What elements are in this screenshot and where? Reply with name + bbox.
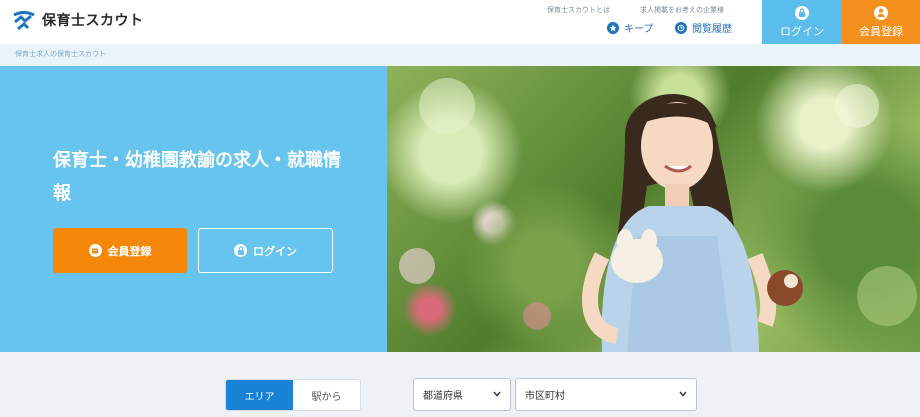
tab-area[interactable]: エリア: [226, 380, 293, 410]
tab-station[interactable]: 駅から: [293, 380, 360, 410]
hero-register-button[interactable]: 会員登録: [53, 228, 187, 273]
site-logo[interactable]: 保育士スカウト: [12, 9, 144, 31]
user-icon: [874, 5, 888, 20]
history-nav[interactable]: 閲覧履歴: [675, 20, 732, 35]
star-icon: [607, 21, 619, 34]
register-icon: [88, 244, 102, 257]
header-register-label: 会員登録: [859, 24, 903, 38]
history-label: 閲覧履歴: [692, 24, 732, 35]
breadcrumb[interactable]: 保育士求人の保育士スカウト: [15, 49, 106, 59]
city-select-value: 市区町村: [525, 391, 565, 402]
keep-nav[interactable]: キープ: [607, 20, 653, 35]
hero-login-label: ログイン: [253, 244, 297, 258]
site-header: 保育士スカウト 保育士スカウトとは 求人掲載をお考えの企業様 キープ 閲覧履歴 …: [0, 0, 920, 44]
hero-login-button[interactable]: ログイン: [198, 228, 333, 273]
hero-title: 保育士・幼稚園教諭の求人・就職情報: [53, 150, 341, 204]
prefecture-select[interactable]: 都道府県: [413, 378, 511, 411]
city-select[interactable]: 市区町村: [515, 378, 697, 411]
keep-label: キープ: [624, 24, 654, 35]
lock-icon: [234, 244, 247, 257]
history-icon: [675, 21, 687, 34]
header-login-label: ログイン: [780, 24, 824, 38]
logo-icon: [13, 11, 35, 31]
about-link[interactable]: 保育士スカウトとは: [547, 5, 610, 15]
chevron-down-icon: [493, 389, 501, 400]
lock-icon: [795, 5, 809, 20]
hero-register-label: 会員登録: [107, 244, 152, 258]
breadcrumb-bar: 保育士求人の保育士スカウト: [0, 44, 920, 66]
chevron-down-icon: [679, 389, 687, 400]
search-tabs: エリア 駅から: [225, 379, 361, 411]
hero-illustration: [399, 78, 917, 352]
prefecture-select-value: 都道府県: [423, 391, 463, 402]
header-register-button[interactable]: 会員登録: [842, 0, 920, 44]
hero-photo: [387, 66, 920, 352]
logo-text: 保育士スカウト: [42, 13, 144, 29]
employer-ads-link[interactable]: 求人掲載をお考えの企業様: [640, 5, 724, 15]
header-login-button[interactable]: ログイン: [762, 0, 842, 44]
